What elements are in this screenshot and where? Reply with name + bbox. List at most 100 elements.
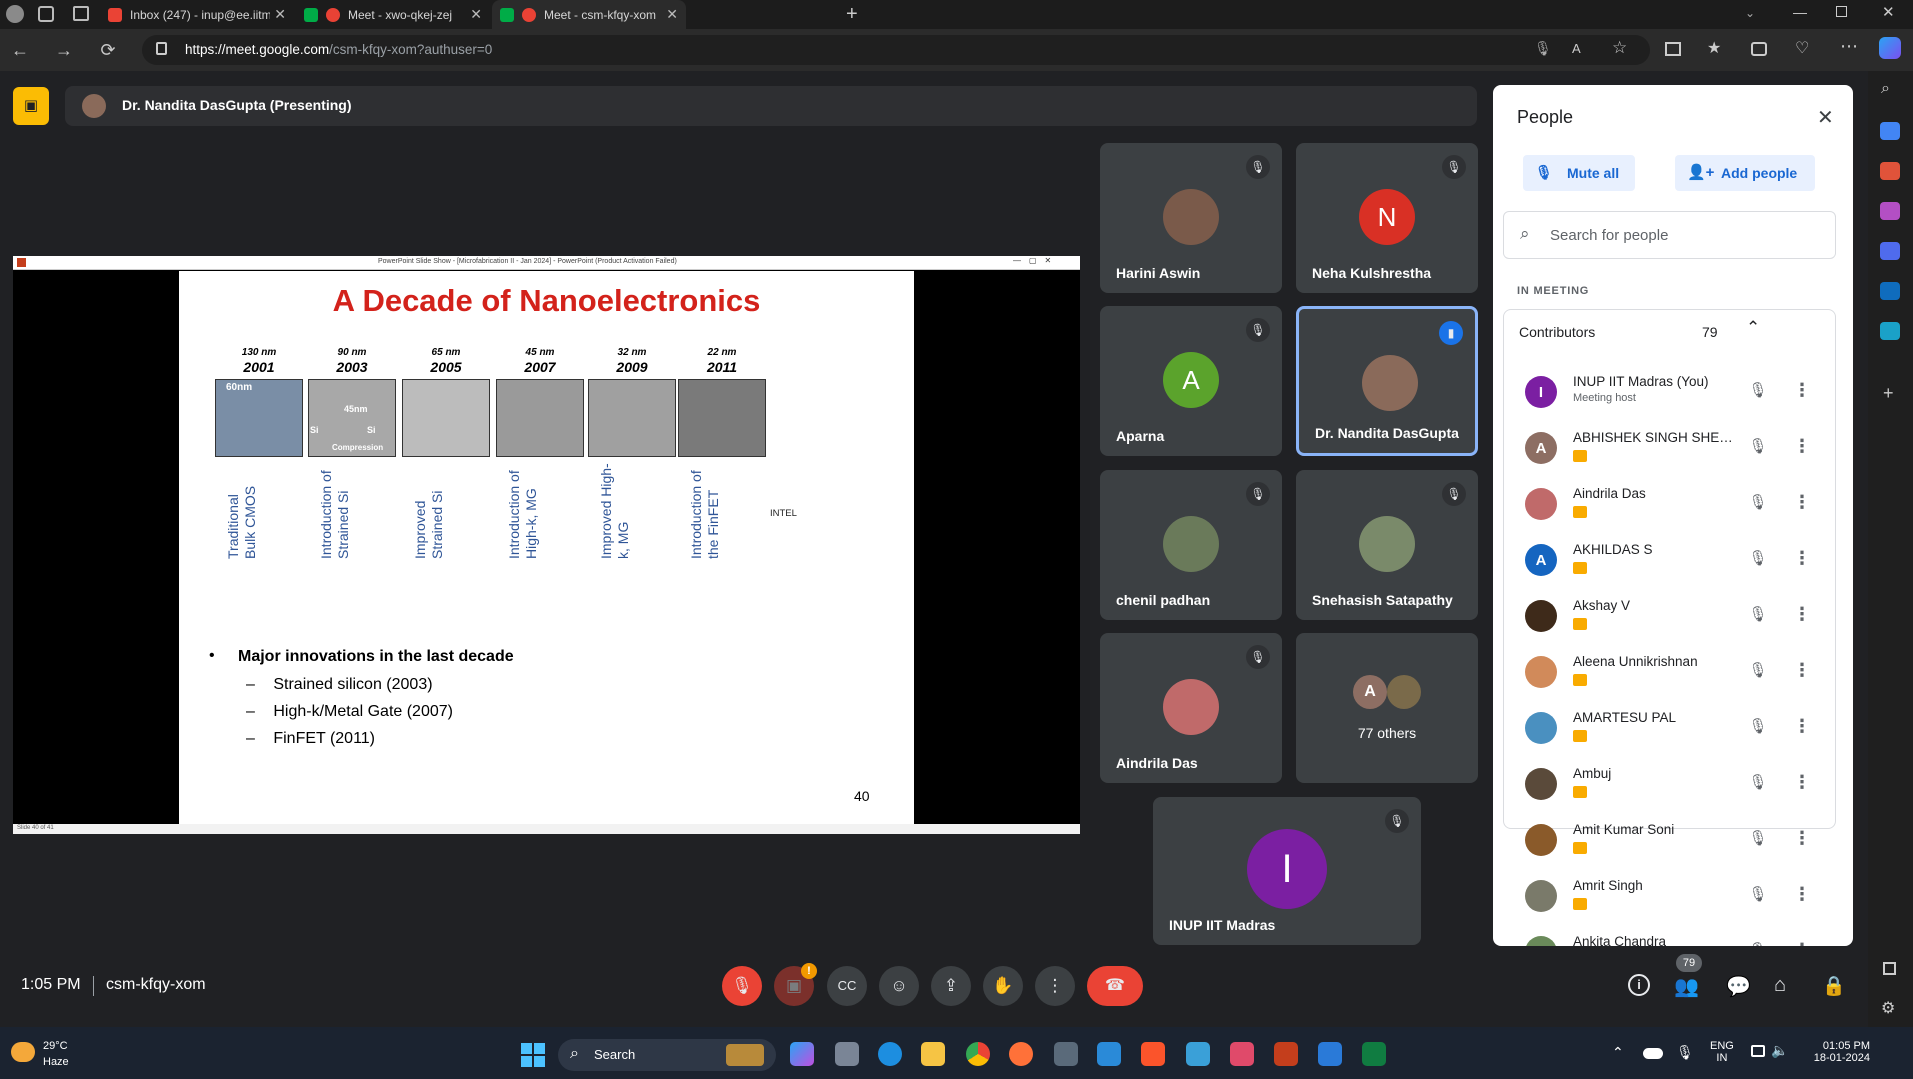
- volume-icon[interactable]: 🔈: [1771, 1042, 1788, 1059]
- browser-essentials-icon[interactable]: ♡: [1795, 38, 1809, 58]
- participant-row[interactable]: AMARTESU PAL 🎙 ⋮: [1493, 700, 1823, 756]
- onedrive-icon[interactable]: [1643, 1048, 1663, 1059]
- profile-icon[interactable]: [6, 5, 24, 23]
- chat-icon[interactable]: 💬: [1726, 974, 1751, 999]
- activities-icon[interactable]: ⌂: [1774, 974, 1786, 997]
- muted-mic-icon[interactable]: 🎙: [1747, 940, 1769, 946]
- language-indicator[interactable]: ENG IN: [1710, 1040, 1734, 1064]
- workspaces-icon[interactable]: [38, 6, 54, 22]
- raise-hand-button[interactable]: ✋: [983, 966, 1023, 1006]
- more-actions-icon[interactable]: ⋮: [1793, 434, 1811, 458]
- microphone-off-button[interactable]: 🎙: [722, 966, 762, 1006]
- more-actions-icon[interactable]: ⋮: [1793, 770, 1811, 794]
- sidebar-search-icon[interactable]: ⌕: [1881, 80, 1890, 98]
- participant-tile[interactable]: Dr. Nandita DasGupta ▮: [1296, 306, 1478, 456]
- vscode-icon[interactable]: [1097, 1042, 1121, 1066]
- new-tab-button[interactable]: +: [846, 3, 858, 26]
- participant-row[interactable]: Ankita Chandra 🎙 ⋮: [1493, 924, 1823, 946]
- tab-meet-2[interactable]: Meet - csm-kfqy-xom ✕: [492, 0, 686, 29]
- chrome-icon[interactable]: [966, 1042, 990, 1066]
- notepad-icon[interactable]: [1186, 1042, 1210, 1066]
- muted-mic-icon[interactable]: 🎙: [1747, 436, 1769, 458]
- tab-search-icon[interactable]: ⌄: [1745, 6, 1755, 20]
- more-actions-icon[interactable]: ⋮: [1793, 546, 1811, 570]
- host-controls-icon[interactable]: 🔒: [1822, 974, 1846, 998]
- microsoft365-icon[interactable]: [1880, 242, 1900, 260]
- tray-chevron-icon[interactable]: ⌃: [1612, 1044, 1624, 1061]
- weather-icon[interactable]: [11, 1042, 35, 1062]
- participant-row[interactable]: A AKHILDAS S 🎙 ⋮: [1493, 532, 1823, 588]
- participant-tile[interactable]: Aindrila Das 🎙: [1100, 633, 1282, 783]
- participant-row[interactable]: Aleena Unnikrishnan 🎙 ⋮: [1493, 644, 1823, 700]
- network-icon[interactable]: [1751, 1045, 1765, 1057]
- read-aloud-icon[interactable]: A: [1572, 41, 1581, 56]
- games-icon[interactable]: [1880, 202, 1900, 220]
- add-sidebar-app-icon[interactable]: +: [1883, 383, 1894, 404]
- muted-mic-icon[interactable]: 🎙: [1747, 772, 1769, 794]
- participant-tile[interactable]: Harini Aswin 🎙: [1100, 143, 1282, 293]
- more-actions-icon[interactable]: ⋮: [1793, 882, 1811, 906]
- close-window-button[interactable]: ✕: [1882, 3, 1895, 21]
- task-view-icon[interactable]: [835, 1042, 859, 1066]
- close-tab-icon[interactable]: ✕: [274, 6, 286, 23]
- powerpoint-taskbar-icon[interactable]: [1274, 1042, 1298, 1066]
- edge-taskbar-icon[interactable]: [878, 1042, 902, 1066]
- participant-tile[interactable]: chenil padhan 🎙: [1100, 470, 1282, 620]
- taskbar-search-box[interactable]: ⌕ Search: [558, 1039, 776, 1071]
- restore-button[interactable]: [1836, 6, 1847, 17]
- participant-row[interactable]: Ambuj 🎙 ⋮: [1493, 756, 1823, 812]
- reactions-button[interactable]: ☺: [879, 966, 919, 1006]
- favorite-star-icon[interactable]: ☆: [1612, 38, 1627, 58]
- participant-row[interactable]: Aindrila Das 🎙 ⋮: [1493, 476, 1823, 532]
- close-tab-icon[interactable]: ✕: [666, 6, 678, 23]
- muted-mic-icon[interactable]: 🎙: [1747, 828, 1769, 850]
- meeting-details-icon[interactable]: i: [1628, 974, 1650, 996]
- shopping-icon[interactable]: [1880, 122, 1900, 140]
- photos-icon[interactable]: [1318, 1042, 1342, 1066]
- muted-mic-icon[interactable]: 🎙: [1747, 660, 1769, 682]
- more-actions-icon[interactable]: ⋮: [1793, 938, 1811, 946]
- close-panel-icon[interactable]: ✕: [1817, 105, 1834, 130]
- favorites-icon[interactable]: ★: [1707, 38, 1721, 58]
- start-button[interactable]: [521, 1043, 545, 1067]
- more-actions-icon[interactable]: ⋮: [1793, 714, 1811, 738]
- refresh-icon[interactable]: ⟳: [96, 38, 120, 62]
- more-actions-icon[interactable]: ⋮: [1793, 658, 1811, 682]
- participant-tile[interactable]: I INUP IIT Madras 🎙: [1153, 797, 1421, 945]
- participant-row[interactable]: Akshay V 🎙 ⋮: [1493, 588, 1823, 644]
- minimize-button[interactable]: —: [1793, 4, 1807, 20]
- muted-mic-icon[interactable]: 🎙: [1747, 548, 1769, 570]
- tools-icon[interactable]: [1880, 162, 1900, 180]
- muted-mic-icon[interactable]: 🎙: [1747, 492, 1769, 514]
- hide-sidebar-icon[interactable]: [1883, 962, 1896, 975]
- muted-mic-icon[interactable]: 🎙: [1747, 380, 1769, 402]
- participant-row[interactable]: I INUP IIT Madras (You) Meeting host 🎙 ⋮: [1493, 364, 1823, 420]
- participant-tile[interactable]: N Neha Kulshrestha 🎙: [1296, 143, 1478, 293]
- muted-mic-icon[interactable]: 🎙: [1747, 884, 1769, 906]
- mic-indicator-icon[interactable]: 🎙: [1534, 40, 1552, 57]
- sidebar-settings-icon[interactable]: ⚙: [1881, 998, 1895, 1018]
- excel-icon[interactable]: [1362, 1042, 1386, 1066]
- tab-actions-icon[interactable]: [73, 6, 89, 21]
- copilot-taskbar-icon[interactable]: [790, 1042, 814, 1066]
- outlook-icon[interactable]: [1880, 282, 1900, 300]
- add-people-button[interactable]: 👤+ Add people: [1675, 155, 1815, 191]
- clock[interactable]: 01:05 PM 18-01-2024: [1810, 1040, 1870, 1064]
- presentation-icon-button[interactable]: ▣: [13, 87, 49, 125]
- muted-mic-icon[interactable]: 🎙: [1747, 716, 1769, 738]
- url-text[interactable]: https://meet.google.com/csm-kfqy-xom?aut…: [185, 42, 492, 57]
- participant-row[interactable]: A ABHISHEK SINGH SHEK... 🎙 ⋮: [1493, 420, 1823, 476]
- more-actions-icon[interactable]: ⋮: [1793, 378, 1811, 402]
- participant-tile[interactable]: Snehasish Satapathy 🎙: [1296, 470, 1478, 620]
- more-options-icon[interactable]: ⋯: [1840, 36, 1858, 57]
- more-actions-icon[interactable]: ⋮: [1793, 602, 1811, 626]
- more-actions-icon[interactable]: ⋮: [1793, 826, 1811, 850]
- drop-icon[interactable]: [1880, 322, 1900, 340]
- participant-tile[interactable]: A Aparna 🎙: [1100, 306, 1282, 456]
- mic-tray-icon[interactable]: 🎙: [1676, 1044, 1694, 1061]
- more-options-button[interactable]: ⋮: [1035, 966, 1075, 1006]
- collapse-chevron-icon[interactable]: ⌃: [1746, 318, 1760, 338]
- close-tab-icon[interactable]: ✕: [470, 6, 482, 23]
- search-people-field[interactable]: ⌕ Search for people: [1503, 211, 1836, 259]
- collections-icon[interactable]: [1751, 42, 1767, 56]
